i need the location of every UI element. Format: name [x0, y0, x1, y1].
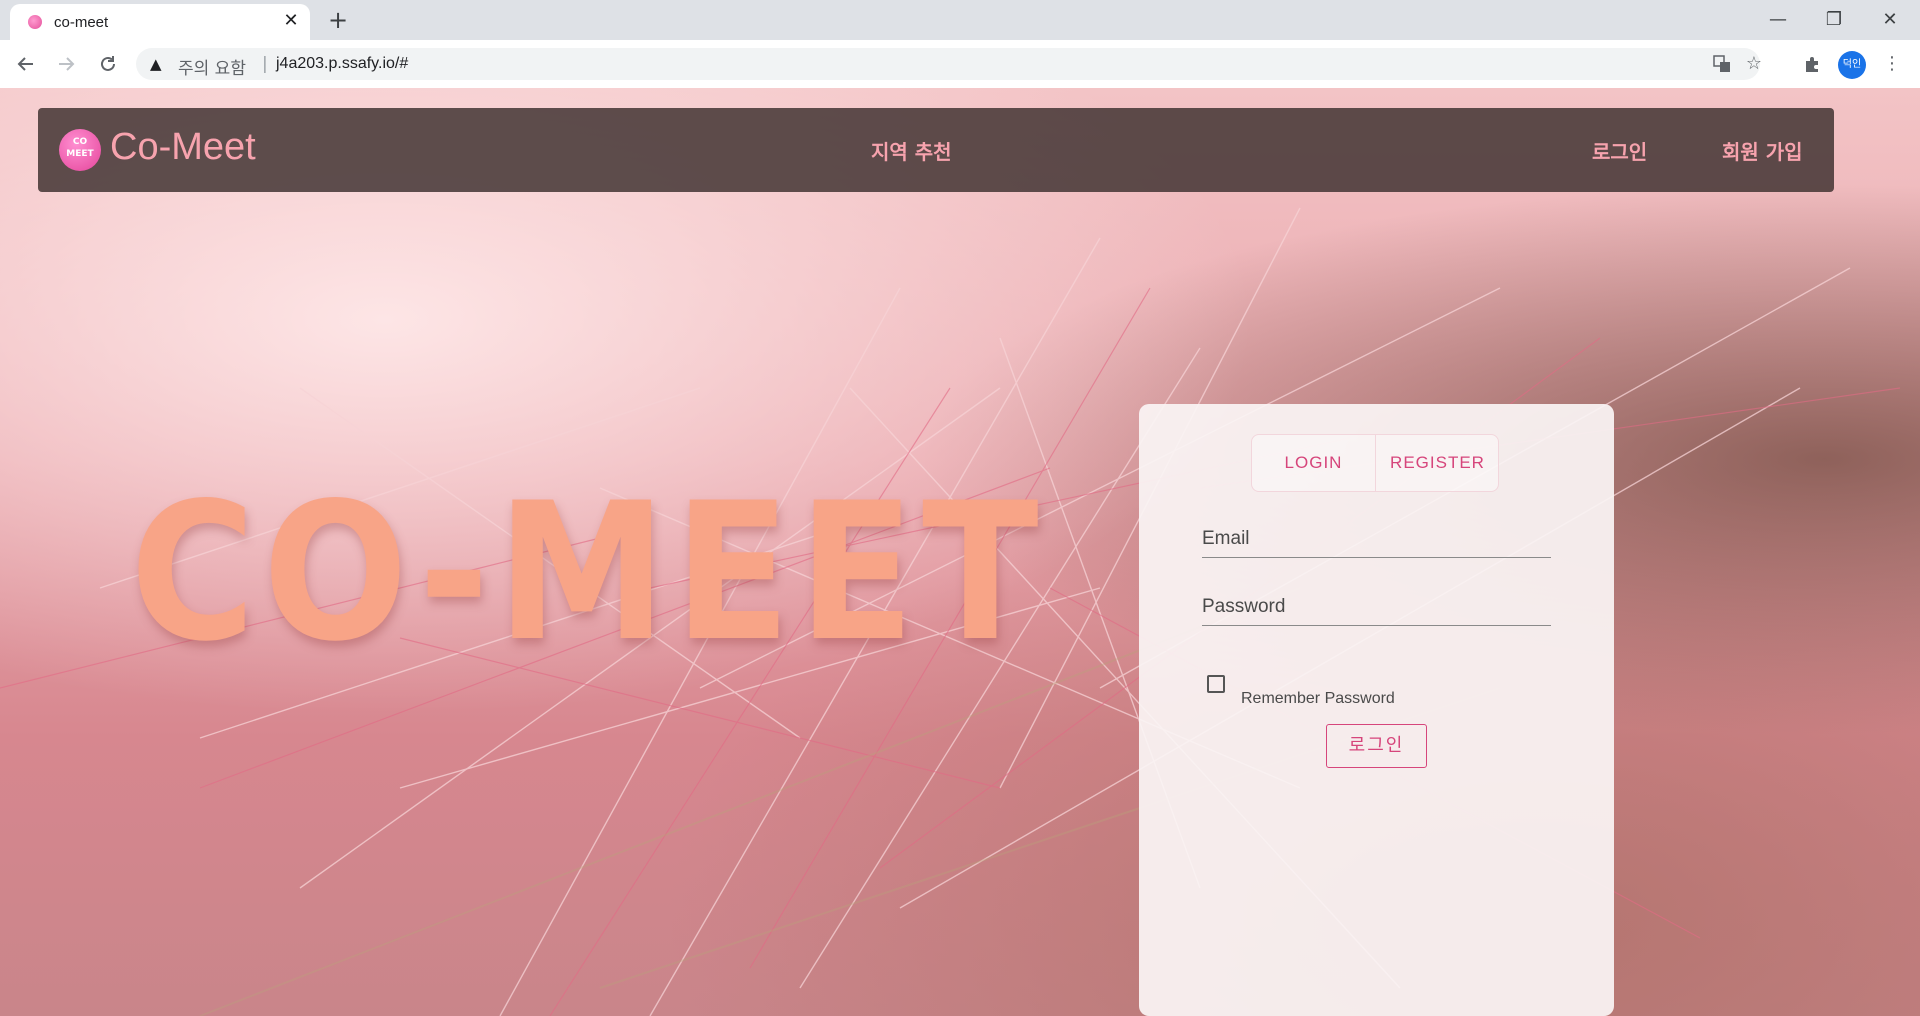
address-bar[interactable]: ▲ 주의 요함 | j4a203.p.ssafy.io/# ☆: [136, 48, 1762, 80]
brand-logo[interactable]: CO MEET: [59, 129, 101, 171]
tab-register[interactable]: REGISTER: [1375, 435, 1499, 491]
brand-name[interactable]: Co-Meet: [110, 126, 256, 169]
nav-link-login[interactable]: 로그인: [1592, 136, 1647, 165]
remember-password-checkbox[interactable]: [1207, 675, 1225, 693]
url-text[interactable]: j4a203.p.ssafy.io/#: [276, 55, 408, 73]
password-field[interactable]: [1202, 590, 1555, 626]
restore-icon[interactable]: ❐: [1806, 0, 1862, 40]
nav-link-signup[interactable]: 회원 가입: [1722, 136, 1803, 165]
tab-login[interactable]: LOGIN: [1252, 435, 1375, 491]
reload-icon[interactable]: [92, 48, 124, 80]
password-underline: [1202, 625, 1551, 626]
minimize-icon[interactable]: —: [1750, 0, 1806, 40]
omnibox-separator: |: [262, 54, 268, 74]
top-navbar: CO MEET Co-Meet 지역 추천 로그인 회원 가입: [38, 108, 1834, 192]
auth-card: LOGIN REGISTER Email Password Remember P…: [1139, 404, 1614, 1016]
favicon-icon: [28, 15, 42, 29]
email-field[interactable]: [1202, 522, 1555, 558]
window-close-icon[interactable]: ✕: [1862, 0, 1918, 40]
auth-tab-group: LOGIN REGISTER: [1251, 434, 1499, 492]
email-underline: [1202, 557, 1551, 558]
browser-tab[interactable]: co-meet ✕: [10, 4, 310, 40]
page-viewport: CO MEET Co-Meet 지역 추천 로그인 회원 가입 CO-MEET …: [0, 88, 1920, 1016]
remember-password-label[interactable]: Remember Password: [1241, 690, 1395, 708]
nav-link-region-recommend[interactable]: 지역 추천: [871, 136, 952, 165]
menu-kebab-icon[interactable]: ⋮: [1880, 52, 1904, 76]
translate-icon[interactable]: [1710, 52, 1734, 76]
hero-title: CO-MEET: [130, 462, 1046, 683]
browser-toolbar: ▲ 주의 요함 | j4a203.p.ssafy.io/# ☆ 덕인 ⋮: [0, 40, 1920, 89]
forward-icon[interactable]: [50, 48, 82, 80]
close-tab-icon[interactable]: ✕: [280, 10, 302, 32]
tab-strip: co-meet ✕ + — ❐ ✕: [0, 0, 1920, 40]
tab-title: co-meet: [54, 14, 109, 31]
profile-avatar[interactable]: 덕인: [1838, 51, 1866, 79]
warning-icon[interactable]: ▲: [150, 55, 162, 73]
new-tab-icon[interactable]: +: [324, 6, 352, 34]
bookmark-star-icon[interactable]: ☆: [1742, 52, 1766, 76]
extensions-icon[interactable]: [1800, 52, 1824, 76]
back-icon[interactable]: [10, 48, 42, 80]
login-submit-button[interactable]: 로그인: [1326, 724, 1427, 768]
security-label[interactable]: 주의 요함: [178, 54, 246, 79]
